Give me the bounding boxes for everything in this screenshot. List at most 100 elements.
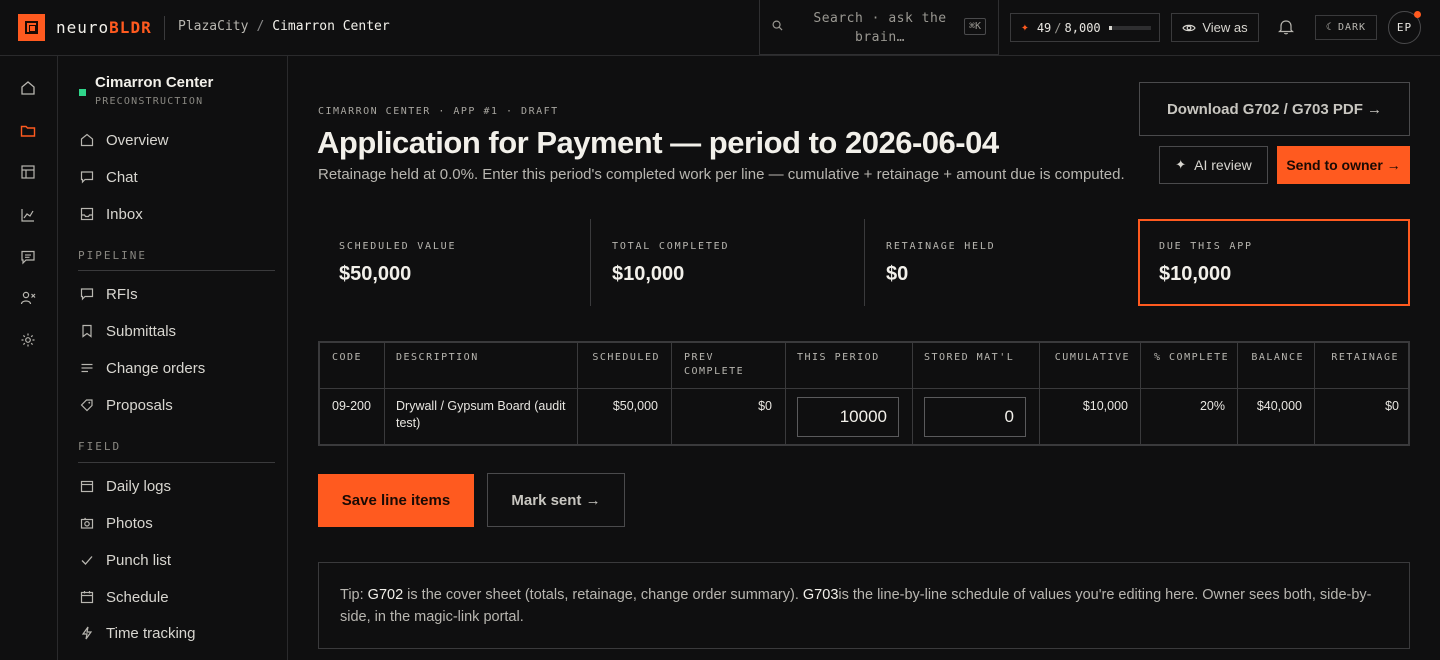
stat-label: DUE THIS APP [1159, 241, 1253, 252]
ai-credits-meter[interactable]: ✦ 49 / 8,000 [1010, 13, 1160, 42]
cell-code: 09-200 [332, 399, 371, 413]
section-title-pipeline: PIPELINE [78, 249, 147, 262]
stat-label: TOTAL COMPLETED [612, 241, 730, 252]
avatar[interactable]: EP [1388, 11, 1421, 44]
sidebar-item-label: Daily logs [106, 477, 172, 495]
avatar-initials: EP [1396, 21, 1413, 34]
tip-g702: G702 [367, 587, 404, 603]
sidebar-item-time-tracking[interactable]: Time tracking [80, 622, 195, 644]
search-box[interactable]: Search · ask the brain… ⌘K [759, 0, 999, 55]
project-phase: PRECONSTRUCTION [95, 96, 204, 107]
stat-scheduled-value: SCHEDULED VALUE $50,000 [318, 219, 590, 306]
breadcrumb: PlazaCity / Cimarron Center [178, 19, 390, 34]
tip-prefix: Tip: [340, 587, 368, 603]
page-subtitle: Retainage held at 0.0%. Enter this perio… [318, 166, 1125, 183]
icon-rail [0, 56, 58, 660]
cell-prev-complete: $0 [758, 399, 772, 413]
sidebar-item-rfis[interactable]: RFIs [80, 283, 138, 305]
send-to-owner-button[interactable]: Send to owner → [1277, 146, 1410, 184]
sidebar-item-label: Time tracking [106, 624, 196, 642]
column-divider [384, 343, 385, 446]
project-name[interactable]: Cimarron Center [95, 74, 213, 91]
table-icon[interactable] [19, 163, 37, 181]
column-header-balance: BALANCE [1251, 352, 1304, 363]
line-items-table: CODE DESCRIPTION SCHEDULED PREV COMPLETE… [318, 341, 1410, 446]
bell-icon[interactable] [1277, 18, 1295, 36]
notification-dot [1414, 11, 1421, 18]
moon-icon: ☾ [1325, 22, 1333, 33]
sidebar-item-label: Photos [106, 514, 153, 532]
cell-scheduled: $50,000 [612, 399, 658, 413]
tag-icon [80, 399, 93, 412]
sidebar-item-inbox[interactable]: Inbox [80, 203, 143, 225]
sidebar-item-change-orders[interactable]: Change orders [80, 357, 205, 379]
sidebar-item-overview[interactable]: Overview [80, 129, 169, 151]
brand-part-b: BLDR [109, 18, 152, 37]
page-title: Application for Payment — period to 2026… [317, 125, 999, 160]
chart-icon[interactable] [19, 206, 37, 224]
sidebar: Cimarron Center PRECONSTRUCTION Overview… [58, 56, 288, 660]
sparkle-icon: ✦ [1175, 157, 1187, 172]
section-divider [78, 462, 275, 463]
project-status-dot [79, 89, 86, 96]
column-header-pct-complete: % COMPLETE [1154, 352, 1230, 363]
ai-review-button[interactable]: ✦ AI review [1159, 146, 1268, 184]
cell-description: Drywall / Gypsum Board (audit test) [396, 399, 566, 430]
cell-cumulative: $10,000 [1082, 399, 1128, 413]
home-icon[interactable] [19, 79, 37, 97]
download-pdf-button[interactable]: Download G702 / G703 PDF → [1139, 82, 1410, 136]
message-icon[interactable] [19, 248, 37, 266]
column-divider [912, 343, 913, 446]
column-header-cumulative: CUMULATIVE [1054, 352, 1130, 363]
stat-value: $0 [886, 263, 909, 285]
theme-toggle-button[interactable]: ☾ DARK [1315, 15, 1377, 40]
logo-icon[interactable] [18, 14, 45, 41]
credits-used: 49 [1036, 20, 1052, 35]
search-shortcut: ⌘K [963, 18, 986, 35]
sidebar-item-submittals[interactable]: Submittals [80, 320, 176, 342]
sidebar-item-schedule[interactable]: Schedule [80, 586, 169, 608]
credits-progress-fill [1109, 26, 1112, 30]
brand-part-a: neuro [56, 18, 110, 37]
stat-due-this-app: DUE THIS APP $10,000 [1138, 219, 1410, 306]
column-header-this-period: THIS PERIOD [797, 352, 880, 363]
message-icon [80, 288, 94, 301]
cell-retainage: $0 [1385, 399, 1399, 413]
column-header-description: DESCRIPTION [396, 352, 479, 363]
folder-icon[interactable] [19, 122, 37, 140]
save-line-items-button[interactable]: Save line items [318, 474, 474, 527]
spark-icon: ✦ [1021, 20, 1029, 35]
stat-value: $10,000 [612, 263, 685, 285]
view-as-button[interactable]: View as [1171, 13, 1259, 42]
column-divider [785, 343, 786, 446]
credits-separator: / [1054, 20, 1062, 35]
stat-label: SCHEDULED VALUE [339, 241, 457, 252]
tip-box: Tip: G702 is the cover sheet (totals, re… [318, 562, 1410, 649]
sidebar-item-label: Proposals [106, 396, 173, 414]
stored-materials-input[interactable] [924, 397, 1026, 437]
sidebar-item-proposals[interactable]: Proposals [80, 394, 173, 416]
sidebar-item-chat[interactable]: Chat [80, 166, 138, 188]
settings-icon[interactable] [19, 331, 37, 349]
sidebar-item-punch-list[interactable]: Punch list [80, 549, 171, 571]
calendar-icon [80, 480, 94, 493]
sidebar-item-label: RFIs [106, 285, 138, 303]
lightning-icon [81, 626, 93, 640]
sidebar-item-label: Punch list [106, 551, 172, 569]
sidebar-item-label: Schedule [106, 588, 169, 606]
sidebar-item-label: Submittals [106, 322, 177, 340]
sidebar-item-label: Overview [106, 131, 169, 149]
brand-name[interactable]: neuroBLDR [56, 18, 152, 37]
list-icon [81, 363, 93, 373]
mark-sent-button[interactable]: Mark sent → [487, 473, 625, 527]
sidebar-item-daily-logs[interactable]: Daily logs [80, 475, 171, 497]
message-icon [80, 171, 94, 184]
stat-label: RETAINAGE HELD [886, 241, 996, 252]
stat-value: $50,000 [339, 263, 412, 285]
breadcrumb-org[interactable]: PlazaCity [178, 19, 248, 34]
sidebar-item-photos[interactable]: Photos [80, 512, 153, 534]
tip-g702-desc: is the cover sheet (totals, retainage, c… [403, 587, 803, 603]
column-header-prev-complete: PREV COMPLETE [684, 352, 745, 377]
this-period-input[interactable] [797, 397, 899, 437]
user-x-icon[interactable] [19, 289, 37, 307]
